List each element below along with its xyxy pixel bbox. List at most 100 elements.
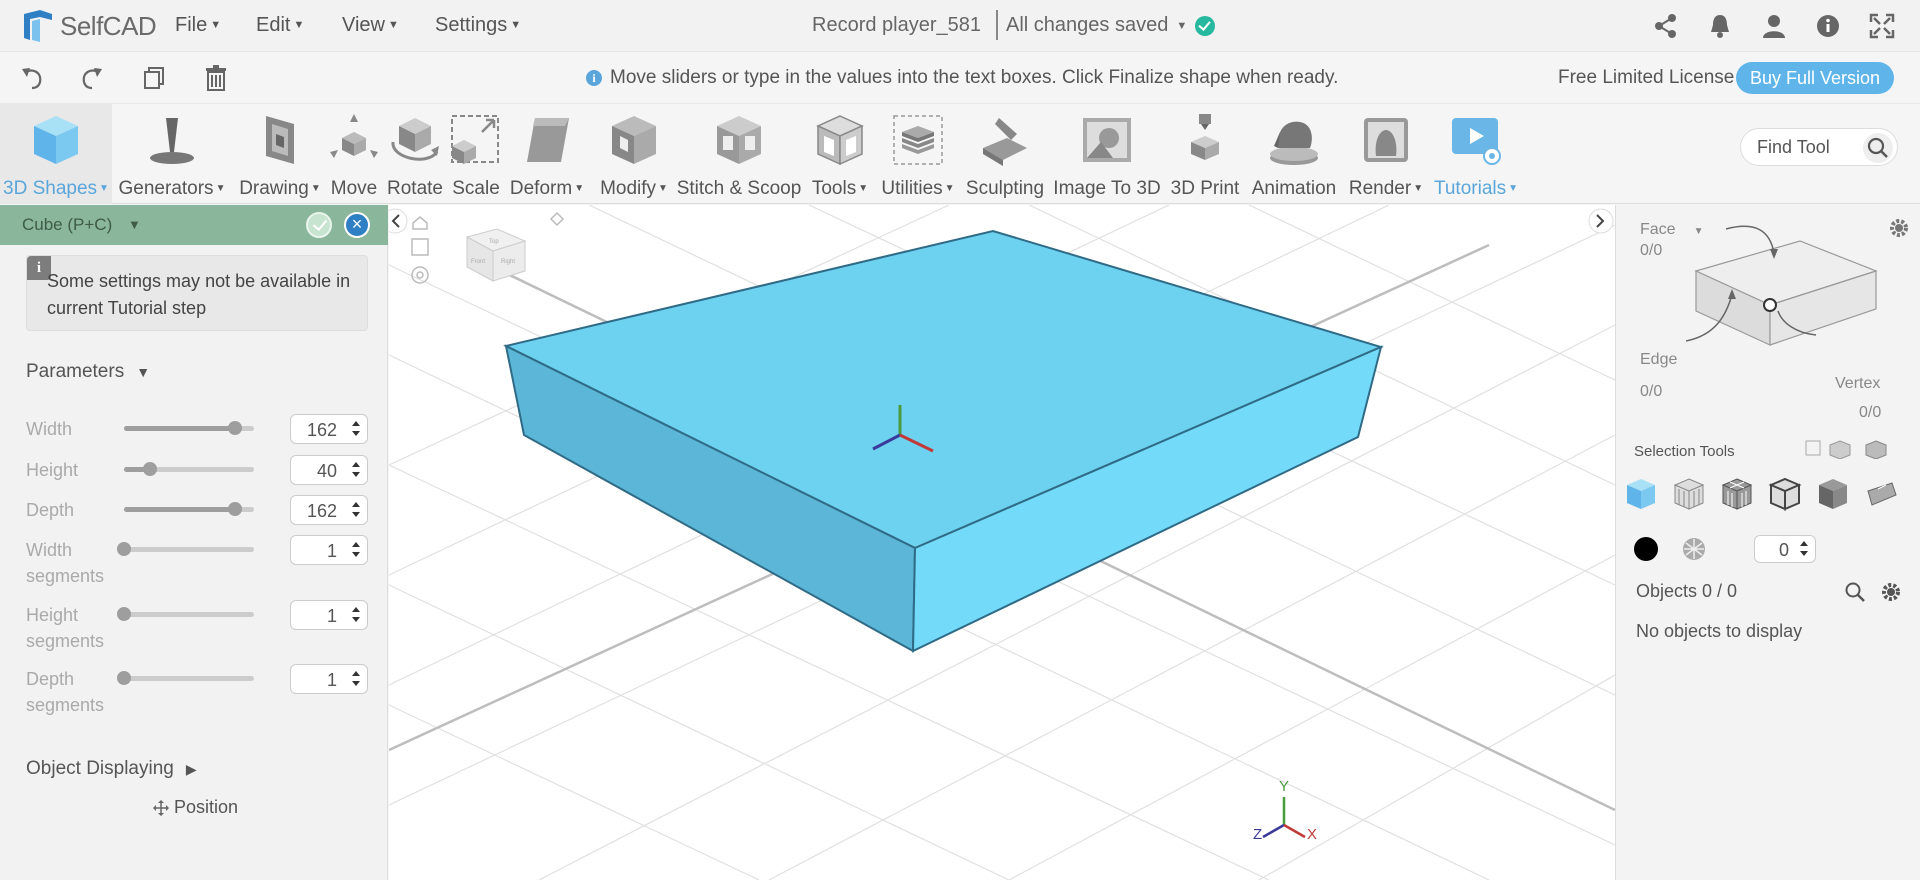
- undo-icon[interactable]: [18, 64, 46, 92]
- animation-icon: [1270, 121, 1318, 165]
- tool-deform[interactable]: Deform ▼: [506, 104, 588, 204]
- copy-icon[interactable]: [140, 64, 168, 92]
- move-arrows-icon: [153, 799, 169, 816]
- view-cube[interactable]: Top Front Right: [465, 228, 527, 282]
- find-tool-box[interactable]: [1740, 128, 1898, 166]
- chevron-down-icon[interactable]: ▼: [128, 217, 141, 232]
- tool-3d-shapes[interactable]: 3D Shapes ▼: [0, 104, 112, 204]
- cube-shape[interactable]: [503, 229, 1384, 653]
- select-edges-icon[interactable]: [1720, 477, 1754, 511]
- parameters-section-toggle[interactable]: Parameters ▼: [26, 361, 150, 383]
- axis-y-label: Y: [1279, 778, 1289, 795]
- edge-label: Edge: [1640, 351, 1678, 368]
- tool-drawing[interactable]: Drawing ▼: [234, 104, 326, 204]
- tool-scale[interactable]: Scale: [448, 104, 504, 204]
- menu-edit[interactable]: Edit ▼: [256, 14, 304, 37]
- collapse-right-button[interactable]: [1588, 208, 1614, 234]
- segments-input[interactable]: 0: [1754, 535, 1816, 563]
- spinner-icon: [351, 461, 361, 479]
- height-input[interactable]: 40: [290, 455, 368, 485]
- share-icon[interactable]: [1652, 12, 1680, 40]
- tool-stitch-scoop[interactable]: Stitch & Scoop: [676, 104, 802, 204]
- tool-tutorials[interactable]: Tutorials ▼: [1428, 104, 1524, 204]
- sculpting-icon: [983, 118, 1027, 166]
- triangle-down-icon: ▼: [136, 364, 151, 380]
- param-label: Depth: [26, 500, 75, 520]
- utilities-icon: [893, 115, 943, 165]
- tool-modify[interactable]: Modify ▼: [594, 104, 674, 204]
- user-icon[interactable]: [1760, 12, 1788, 40]
- param-label: Height: [26, 460, 79, 480]
- tool-render[interactable]: Render ▼: [1346, 104, 1426, 204]
- axis-x-label: X: [1307, 826, 1317, 843]
- tool-3d-print[interactable]: 3D Print: [1168, 104, 1242, 204]
- depth-segments-slider[interactable]: [117, 671, 254, 685]
- document-title[interactable]: Record player_581: [812, 14, 981, 37]
- spinner-icon: [351, 670, 361, 688]
- depth-input[interactable]: 162: [290, 495, 368, 525]
- info-icon: i: [586, 70, 602, 86]
- save-status[interactable]: All changes saved ▼: [1006, 14, 1216, 37]
- cube-icon: [34, 116, 78, 164]
- width-segments-slider[interactable]: [117, 542, 254, 556]
- selfcad-logo-icon: [24, 10, 52, 42]
- tool-tools[interactable]: Tools ▼: [806, 104, 874, 204]
- width-slider[interactable]: [124, 421, 254, 435]
- search-icon[interactable]: [1844, 581, 1866, 603]
- tool-utilities[interactable]: Utilities ▼: [876, 104, 960, 204]
- select-vertices-icon[interactable]: [1768, 477, 1802, 511]
- position-button[interactable]: Position: [152, 797, 238, 818]
- help-icon[interactable]: [1814, 12, 1842, 40]
- instruction-hint: i Move sliders or type in the values int…: [586, 67, 1338, 89]
- color-picker-icon[interactable]: [1634, 537, 1658, 561]
- bell-icon[interactable]: [1706, 12, 1734, 40]
- fullscreen-icon[interactable]: [1868, 12, 1896, 40]
- buy-full-version-button[interactable]: Buy Full Version: [1736, 62, 1894, 94]
- axis-indicator: [1262, 797, 1306, 839]
- selection-mode-diagram[interactable]: [1686, 215, 1916, 355]
- width-input[interactable]: 162: [290, 414, 368, 444]
- tool-move[interactable]: Move: [326, 104, 382, 204]
- select-object-icon[interactable]: [1624, 477, 1658, 511]
- empty-objects-message: No objects to display: [1636, 621, 1803, 641]
- view-cube-top-label: Top: [489, 239, 499, 245]
- tool-generators[interactable]: Generators ▼: [118, 104, 226, 204]
- height-slider[interactable]: [124, 462, 254, 476]
- select-plane-icon[interactable]: [1864, 477, 1898, 511]
- material-icon[interactable]: [1682, 537, 1706, 561]
- redo-icon[interactable]: [78, 64, 106, 92]
- height-segments-input[interactable]: 1: [290, 600, 368, 630]
- box-select-icon[interactable]: [1805, 440, 1821, 456]
- object-select-icon[interactable]: [1865, 440, 1887, 459]
- spinner-icon: [351, 606, 361, 624]
- object-displaying-toggle[interactable]: Object Displaying ▶: [26, 758, 197, 780]
- trash-icon[interactable]: [202, 64, 230, 92]
- tool-image-to-3d[interactable]: Image To 3D: [1052, 104, 1162, 204]
- close-panel-button[interactable]: ×: [344, 212, 370, 238]
- drawing-icon: [266, 116, 294, 164]
- mesh-select-icon[interactable]: [1829, 440, 1851, 459]
- menu-view[interactable]: View ▼: [342, 14, 399, 37]
- depth-slider[interactable]: [124, 502, 254, 516]
- depth-segments-input[interactable]: 1: [290, 664, 368, 694]
- menu-settings[interactable]: Settings ▼: [435, 14, 521, 37]
- select-solid-icon[interactable]: [1816, 477, 1850, 511]
- gear-icon[interactable]: [1880, 581, 1902, 603]
- width-segments-input[interactable]: 1: [290, 535, 368, 565]
- selfcad-logo[interactable]: SelfCAD: [20, 6, 157, 46]
- tool-animation[interactable]: Animation: [1244, 104, 1344, 204]
- view-cube-front-label: Front: [471, 259, 485, 265]
- stitch-scoop-icon: [717, 116, 761, 164]
- tool-sculpting[interactable]: Sculpting: [962, 104, 1048, 204]
- scale-icon: [451, 115, 499, 164]
- finalize-shape-button[interactable]: [306, 212, 332, 238]
- find-tool-input[interactable]: [1757, 137, 1867, 158]
- spinner-icon: [351, 541, 361, 559]
- menu-file[interactable]: File ▼: [175, 14, 221, 37]
- 3d-viewport[interactable]: Top Front Right Y Z X: [389, 205, 1615, 880]
- tool-rotate[interactable]: Rotate: [384, 104, 446, 204]
- height-segments-slider[interactable]: [117, 607, 254, 621]
- search-icon[interactable]: [1863, 133, 1893, 163]
- select-faces-icon[interactable]: [1672, 477, 1706, 511]
- render-icon: [1364, 118, 1408, 162]
